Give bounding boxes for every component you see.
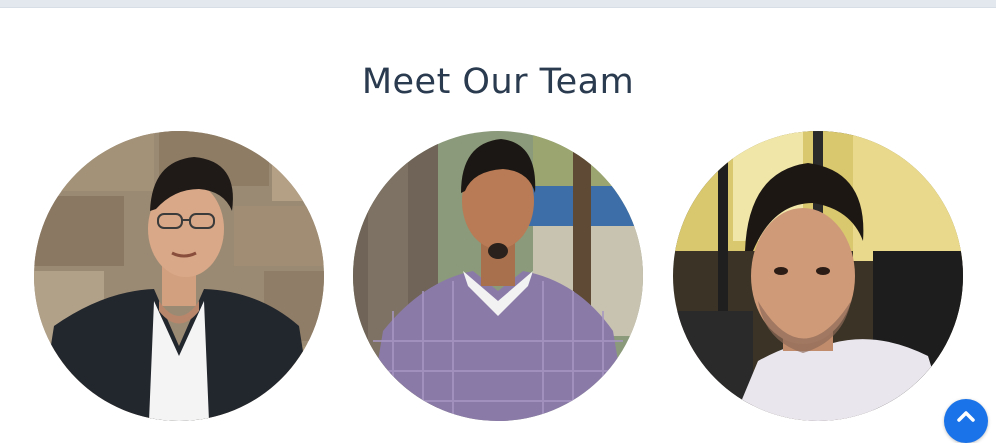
team-member-avatar-3	[673, 131, 963, 421]
team-member-avatar-1	[34, 131, 324, 421]
scroll-to-top-button[interactable]	[944, 399, 988, 443]
team-member-avatar-2	[353, 131, 643, 421]
team-member-photo-2	[353, 131, 643, 421]
team-member-photo-3	[673, 131, 963, 421]
top-divider-bar	[0, 0, 996, 8]
team-member-photo-1	[34, 131, 324, 421]
section-title: Meet Our Team	[361, 62, 635, 102]
chevron-up-icon	[957, 411, 975, 422]
